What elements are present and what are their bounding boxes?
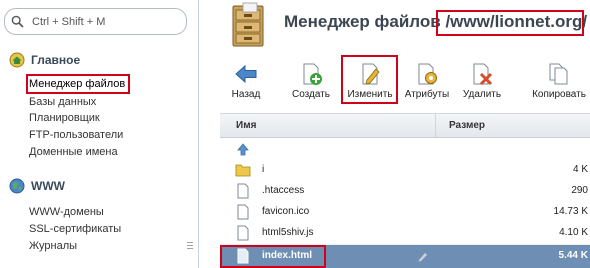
file-cabinet-icon xyxy=(232,2,264,47)
file-name: html5shiv.js xyxy=(262,227,314,238)
search-input[interactable]: Ctrl + Shift + M xyxy=(4,8,187,35)
edit-pencil-icon xyxy=(418,253,427,262)
file-grid-header: Имя Размер xyxy=(220,113,590,138)
highlight-file-manager xyxy=(26,74,130,94)
highlight-edit-button xyxy=(341,55,398,104)
delete-button[interactable]: Удалить xyxy=(458,54,506,106)
file-size: 14.73 K xyxy=(553,206,588,217)
table-row[interactable]: favicon.ico 14.73 K xyxy=(220,201,590,224)
attributes-button-label: Атрибуты xyxy=(404,89,450,100)
search-icon xyxy=(11,15,24,28)
create-button-label: Создать xyxy=(291,89,330,100)
attributes-button[interactable]: Атрибуты xyxy=(403,54,451,106)
sidebar-item-ssl-certificates[interactable]: SSL-сертификаты xyxy=(29,222,121,236)
create-button[interactable]: Создать xyxy=(288,54,334,106)
sidebar-item-databases[interactable]: Базы данных xyxy=(29,95,96,109)
sidebar-item-www-domains[interactable]: WWW-домены xyxy=(29,205,104,219)
sidebar-item-logs[interactable]: Журналы xyxy=(29,239,77,253)
delete-icon xyxy=(473,63,493,86)
home-icon xyxy=(9,52,25,68)
highlight-path xyxy=(436,10,584,36)
back-arrow-icon xyxy=(235,64,257,84)
folder-icon xyxy=(235,164,251,177)
up-arrow-icon xyxy=(237,143,249,156)
file-size: 290 xyxy=(571,185,588,196)
column-size-header[interactable]: Размер xyxy=(449,120,485,131)
sidebar-item-ftp-users[interactable]: FTP-пользователи xyxy=(29,128,123,142)
main-panel: Менеджер файлов /www/lionnet.org/ Назад … xyxy=(200,0,590,268)
highlight-index-file xyxy=(220,245,326,268)
file-icon xyxy=(237,183,249,199)
column-name-header[interactable]: Имя xyxy=(236,120,256,131)
page-title-text: Менеджер файлов xyxy=(284,12,441,31)
file-icon xyxy=(237,225,249,241)
copy-icon xyxy=(549,63,568,85)
copy-button-label: Копировать xyxy=(532,89,586,100)
section-www-title: WWW xyxy=(31,179,65,193)
column-separator[interactable] xyxy=(435,114,436,137)
section-www[interactable]: WWW xyxy=(9,177,65,195)
file-name: i xyxy=(262,164,265,175)
file-icon xyxy=(237,204,249,220)
copy-button[interactable]: Копировать xyxy=(528,54,590,106)
search-placeholder: Ctrl + Shift + M xyxy=(32,16,106,28)
globe-icon xyxy=(9,178,25,194)
table-row[interactable]: .htaccess 290 xyxy=(220,180,590,203)
section-main-title: Главное xyxy=(31,53,81,67)
table-row-parent[interactable] xyxy=(220,138,590,161)
file-size: 4.10 K xyxy=(559,227,588,238)
sidebar-item-domain-names[interactable]: Доменные имена xyxy=(29,145,118,159)
file-name: .htaccess xyxy=(262,185,305,196)
attributes-icon xyxy=(418,63,437,85)
delete-button-label: Удалить xyxy=(462,89,502,100)
table-row[interactable]: i 4 K xyxy=(220,159,590,182)
sidebar-resize-grip[interactable] xyxy=(187,242,193,252)
back-button[interactable]: Назад xyxy=(226,54,266,106)
toolbar: Назад Создать Изменить Атрибуты Удалить … xyxy=(200,54,590,106)
sidebar-item-scheduler[interactable]: Планировщик xyxy=(29,111,100,125)
table-row[interactable]: html5shiv.js 4.10 K xyxy=(220,222,590,245)
file-size: 4 K xyxy=(572,164,588,175)
section-main[interactable]: Главное xyxy=(9,51,80,69)
file-size: 5.44 K xyxy=(558,250,588,261)
back-button-label: Назад xyxy=(231,89,261,100)
file-name: favicon.ico xyxy=(262,206,310,217)
new-file-icon xyxy=(303,63,322,85)
sidebar: Ctrl + Shift + M Главное Менеджер файлов… xyxy=(0,0,199,268)
